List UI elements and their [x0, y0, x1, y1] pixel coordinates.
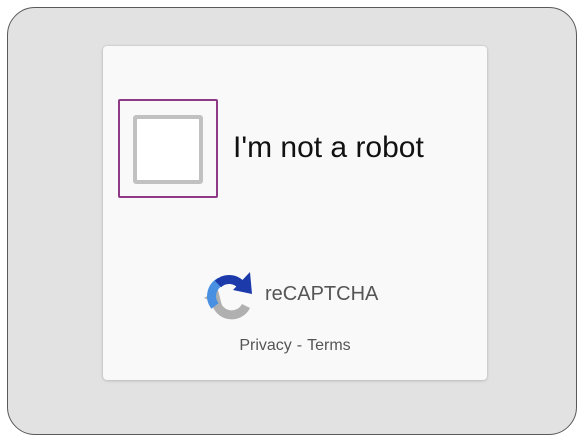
link-separator: -	[296, 337, 303, 354]
not-a-robot-checkbox[interactable]	[133, 115, 203, 184]
terms-link[interactable]: Terms	[307, 336, 351, 356]
checkbox-label: I'm not a robot	[233, 131, 424, 164]
window-frame: I'm not a robot reCAPTCHA Privacy - Terms	[7, 7, 577, 435]
privacy-link[interactable]: Privacy	[239, 336, 291, 356]
recaptcha-logo-icon	[204, 272, 252, 320]
legal-links: Privacy - Terms	[103, 336, 487, 356]
recaptcha-widget: I'm not a robot reCAPTCHA Privacy - Terms	[103, 46, 487, 380]
recaptcha-brand-text: reCAPTCHA	[265, 283, 379, 305]
